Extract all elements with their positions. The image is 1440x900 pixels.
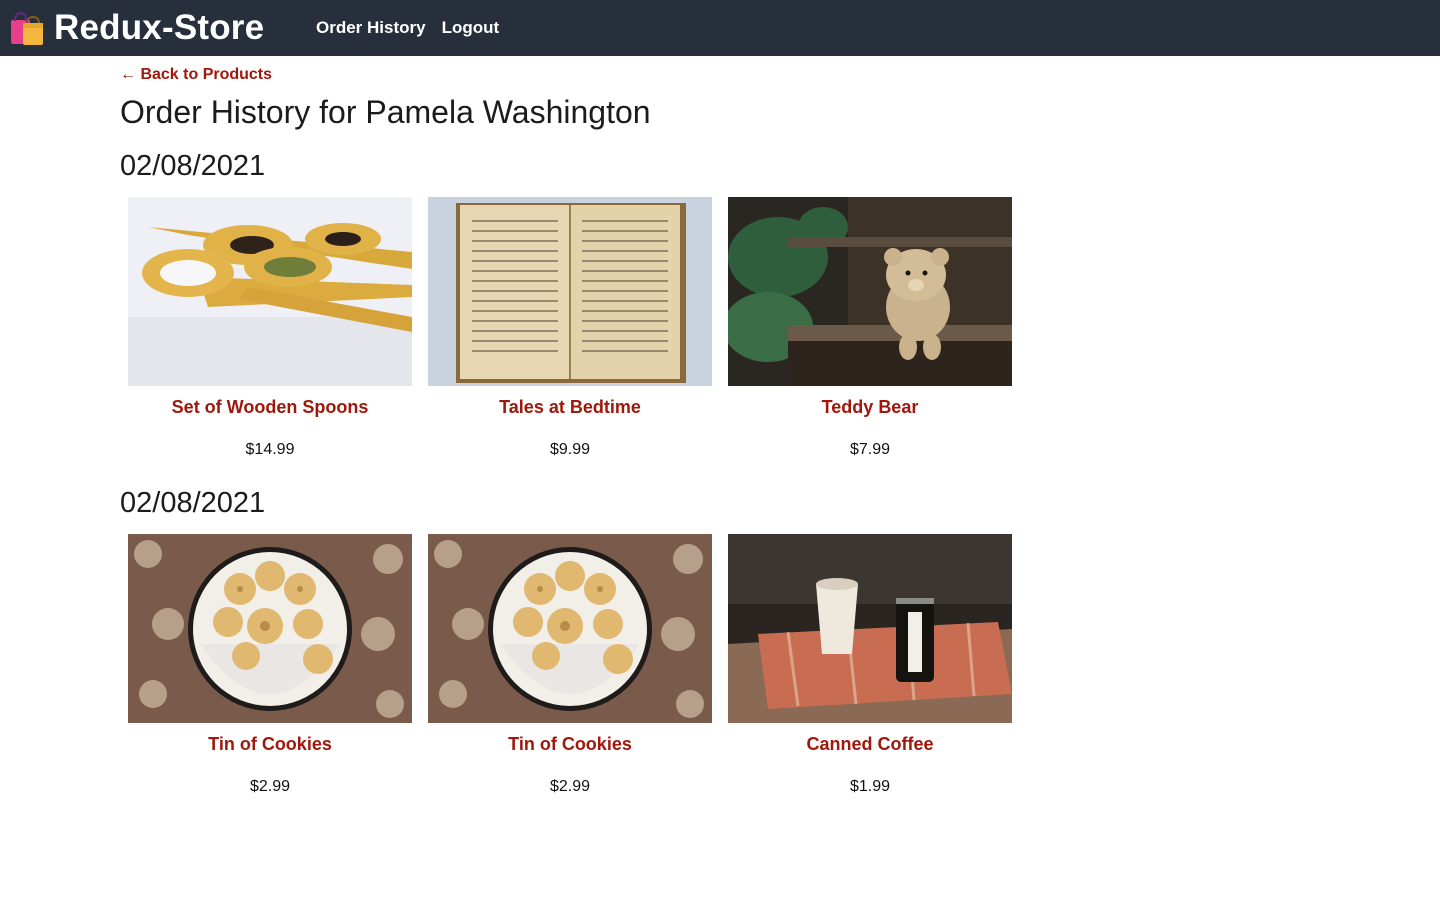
nav-links: Order History Logout: [316, 0, 499, 56]
order-date: 02/08/2021: [120, 150, 266, 182]
product-name-link[interactable]: Set of Wooden Spoons: [128, 397, 412, 418]
product-card: Canned Coffee $1.99: [728, 534, 1012, 796]
product-card: Tales at Bedtime $9.99: [428, 197, 712, 459]
product-price: $9.99: [549, 441, 591, 458]
nav-order-history-link[interactable]: Order History: [316, 18, 426, 38]
cookie-tin-image[interactable]: [128, 534, 412, 723]
page-title: Order History for Pamela Washington: [120, 94, 651, 130]
canned-coffee-image[interactable]: [728, 534, 1012, 723]
brand-link[interactable]: Redux-Store: [8, 8, 264, 48]
product-name-link[interactable]: Tin of Cookies: [428, 734, 712, 755]
product-name-link[interactable]: Teddy Bear: [728, 397, 1012, 418]
navbar: Redux-Store Order History Logout: [0, 0, 1440, 56]
shopping-bags-icon: [11, 11, 43, 45]
product-price: $1.99: [849, 778, 891, 795]
brand-name: Redux-Store: [54, 8, 265, 47]
wooden-spoons-image[interactable]: [128, 197, 412, 386]
product-name-link[interactable]: Canned Coffee: [728, 734, 1012, 755]
open-book-image[interactable]: [428, 197, 712, 386]
nav-logout-link[interactable]: Logout: [442, 18, 500, 38]
order-date: 02/08/2021: [120, 487, 266, 519]
product-card: Teddy Bear $7.99: [728, 197, 1012, 459]
product-price: $2.99: [249, 778, 291, 795]
back-to-products-link[interactable]: ← Back to Products: [120, 66, 272, 84]
product-card: Tin of Cookies $2.99: [428, 534, 712, 796]
product-price: $14.99: [245, 441, 295, 458]
product-price: $2.99: [549, 778, 591, 795]
product-price: $7.99: [849, 441, 891, 458]
product-card: Set of Wooden Spoons $14.99: [128, 197, 412, 459]
product-card: Tin of Cookies $2.99: [128, 534, 412, 796]
product-name-link[interactable]: Tales at Bedtime: [428, 397, 712, 418]
teddy-bear-image[interactable]: [728, 197, 1012, 386]
product-name-link[interactable]: Tin of Cookies: [128, 734, 412, 755]
cookie-tin-image[interactable]: [428, 534, 712, 723]
